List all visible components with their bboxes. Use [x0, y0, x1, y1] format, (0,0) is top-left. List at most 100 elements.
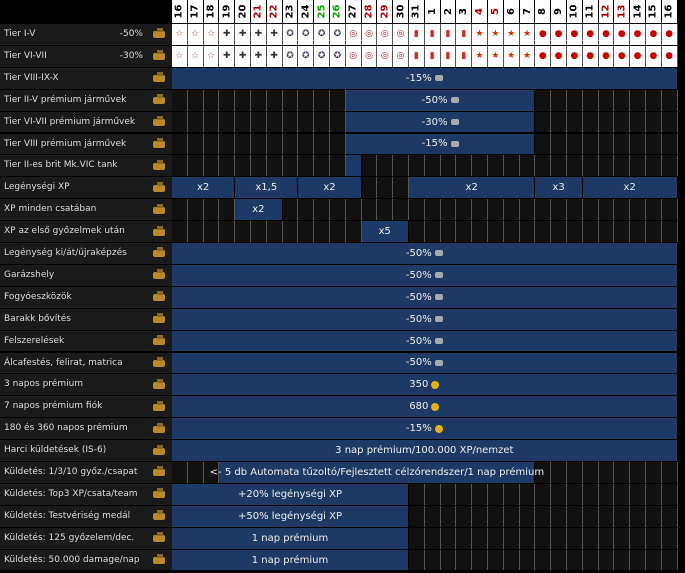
row-label: Tier II-V prémium járművek [0, 89, 145, 111]
nation-mark: ● [582, 24, 599, 45]
empty-day-cell [614, 221, 631, 242]
empty-day-cell [440, 527, 457, 549]
row-label: 180 és 360 napos prémium [0, 418, 145, 440]
empty-day-cell [298, 155, 315, 177]
empty-day-cell [551, 527, 567, 549]
day-number: 22 [268, 4, 280, 19]
empty-day-cell [598, 505, 615, 527]
nation-mark: ◎ [377, 45, 394, 67]
empty-day-cell [567, 462, 583, 483]
empty-day-cell [424, 527, 441, 549]
day-number: 2 [442, 8, 454, 15]
empty-day-cell [598, 111, 615, 133]
day-header: 11 [582, 0, 599, 23]
empty-day-cell [598, 199, 615, 221]
empty-day-cell [646, 505, 662, 527]
empty-day-cell [187, 111, 204, 133]
credit-icon [434, 338, 443, 345]
nation-mark: ★ [519, 24, 536, 45]
empty-day-cell [567, 133, 583, 155]
empty-day-cell [409, 221, 425, 242]
empty-day-cell [456, 505, 473, 527]
credit-icon [450, 140, 459, 147]
day-header: 17 [187, 0, 204, 23]
nation-mark: ● [646, 24, 662, 45]
nation-mark: ✚ [251, 45, 267, 67]
row-label: Barakk bővítés [0, 308, 145, 330]
nation-mark: ✚ [235, 24, 251, 45]
empty-day-cell [567, 199, 583, 221]
nation-mark: ▮ [456, 45, 473, 67]
empty-day-cell [519, 549, 536, 571]
empty-day-cell [172, 199, 188, 221]
row-label: Tier VI-VII prémium járművek [0, 111, 145, 133]
gold-icon [434, 424, 443, 433]
day-header: 23 [282, 0, 299, 23]
tank-icon [145, 67, 172, 89]
day-number: 5 [489, 8, 501, 15]
nation-mark: ◎ [393, 45, 409, 67]
row-label: Tier VIII prémium járművek [0, 133, 145, 155]
empty-day-cell [424, 505, 441, 527]
empty-day-cell [393, 155, 409, 177]
event-value: 680 [409, 401, 429, 413]
nation-mark: ▮ [456, 24, 473, 45]
empty-day-cell [582, 133, 599, 155]
empty-day-cell [598, 527, 615, 549]
nation-mark: ✚ [266, 24, 283, 45]
consumables-icon [145, 286, 172, 308]
event-bar: x2 [235, 199, 283, 221]
nation-mark: ✪ [282, 24, 299, 45]
empty-day-cell [646, 462, 662, 483]
tier-discount: -30% [119, 50, 143, 61]
premium-badge-icon [145, 396, 172, 418]
event-calendar-grid: 16 17 18 19 20 21 22 23 24 25 26 27 28 29 30 31 1 2 3 4 5 6 7 8… [0, 0, 685, 573]
empty-day-cell [440, 221, 457, 242]
day-header: 31 [409, 0, 425, 23]
event-value: x2 [196, 182, 210, 194]
event-bar [345, 155, 362, 177]
empty-day-cell [187, 155, 204, 177]
event-value: -15% [405, 72, 432, 84]
event-bar: 680 [172, 396, 678, 418]
event-value: -50% [405, 247, 432, 259]
empty-day-cell [409, 505, 425, 527]
empty-day-cell [187, 462, 204, 483]
premium-badge-icon [145, 418, 172, 440]
day-number: 16 [173, 4, 185, 19]
nation-mark: ◎ [361, 45, 378, 67]
event-bar: <- 5 db Automata tűzoltó/Fejlesztett cél… [210, 462, 544, 483]
empty-day-cell [598, 221, 615, 242]
nation-mark: ☆ [172, 45, 188, 67]
event-value: 1 nap prémium [251, 532, 329, 544]
day-number: 27 [347, 4, 359, 19]
empty-day-cell [567, 111, 583, 133]
empty-day-cell [456, 221, 473, 242]
day-number: 16 [663, 4, 675, 19]
day-number: 25 [316, 4, 328, 19]
row-label: Fogyóeszközök [0, 286, 145, 308]
empty-day-cell [219, 221, 236, 242]
empty-day-cell [598, 549, 615, 571]
empty-day-cell [519, 505, 536, 527]
empty-day-cell [567, 527, 583, 549]
day-number: 17 [189, 4, 201, 19]
empty-day-cell [646, 89, 662, 111]
empty-day-cell [567, 155, 583, 177]
empty-day-cell [598, 133, 615, 155]
event-bar: 1 nap prémium [172, 527, 409, 549]
empty-day-cell [661, 133, 678, 155]
empty-day-cell [661, 89, 678, 111]
nation-mark: ● [661, 24, 678, 45]
empty-day-cell [661, 111, 678, 133]
empty-day-cell [567, 549, 583, 571]
day-number: 26 [331, 4, 343, 19]
event-value: -15% [421, 138, 448, 150]
empty-day-cell [393, 199, 409, 221]
empty-day-cell [567, 505, 583, 527]
empty-day-cell [456, 483, 473, 505]
empty-day-cell [282, 155, 299, 177]
empty-day-cell [582, 155, 599, 177]
event-value: -50% [405, 357, 432, 369]
nation-mark: ◎ [393, 24, 409, 45]
